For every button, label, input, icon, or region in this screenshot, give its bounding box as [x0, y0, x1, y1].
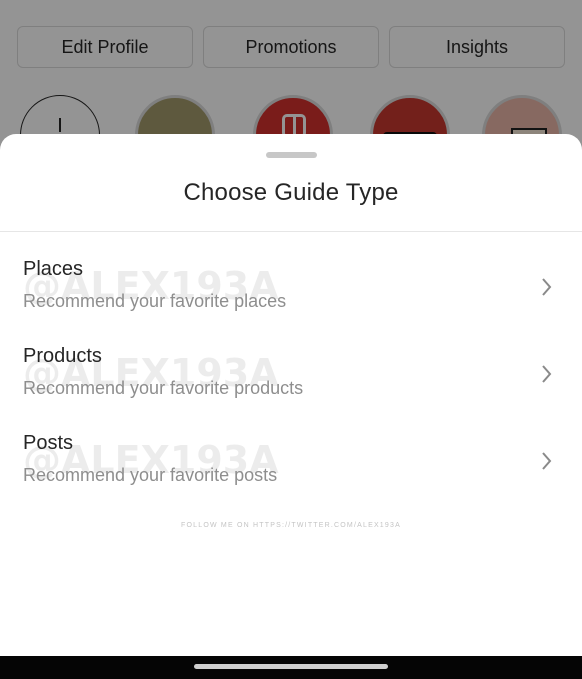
system-nav-bar [0, 656, 582, 679]
sheet-drag-handle[interactable] [266, 152, 317, 158]
chevron-right-icon [542, 365, 552, 383]
option-description: Recommend your favorite products [23, 378, 304, 398]
chevron-right-icon [542, 278, 552, 296]
divider [0, 231, 582, 232]
sheet-title: Choose Guide Type [183, 179, 399, 206]
guide-type-sheet: Choose Guide Type @ALEX193A Places Recom… [0, 134, 582, 656]
option-description: Recommend your favorite places [23, 291, 287, 311]
option-description: Recommend your favorite posts [23, 465, 278, 485]
screen: Edit Profile Promotions Insights Choose … [0, 0, 582, 679]
guide-option-places[interactable]: @ALEX193A Places Recommend your favorite… [0, 258, 582, 338]
chevron-right-icon [542, 452, 552, 470]
option-title: Places [23, 258, 84, 280]
option-title: Posts [23, 432, 74, 454]
guide-option-products[interactable]: @ALEX193A Products Recommend your favori… [0, 345, 582, 425]
follow-watermark-note: FOLLOW ME ON HTTPS://TWITTER.COM/ALEX193… [181, 522, 401, 529]
home-gesture-bar[interactable] [194, 664, 388, 669]
guide-option-posts[interactable]: @ALEX193A Posts Recommend your favorite … [0, 432, 582, 512]
option-title: Products [23, 345, 102, 367]
